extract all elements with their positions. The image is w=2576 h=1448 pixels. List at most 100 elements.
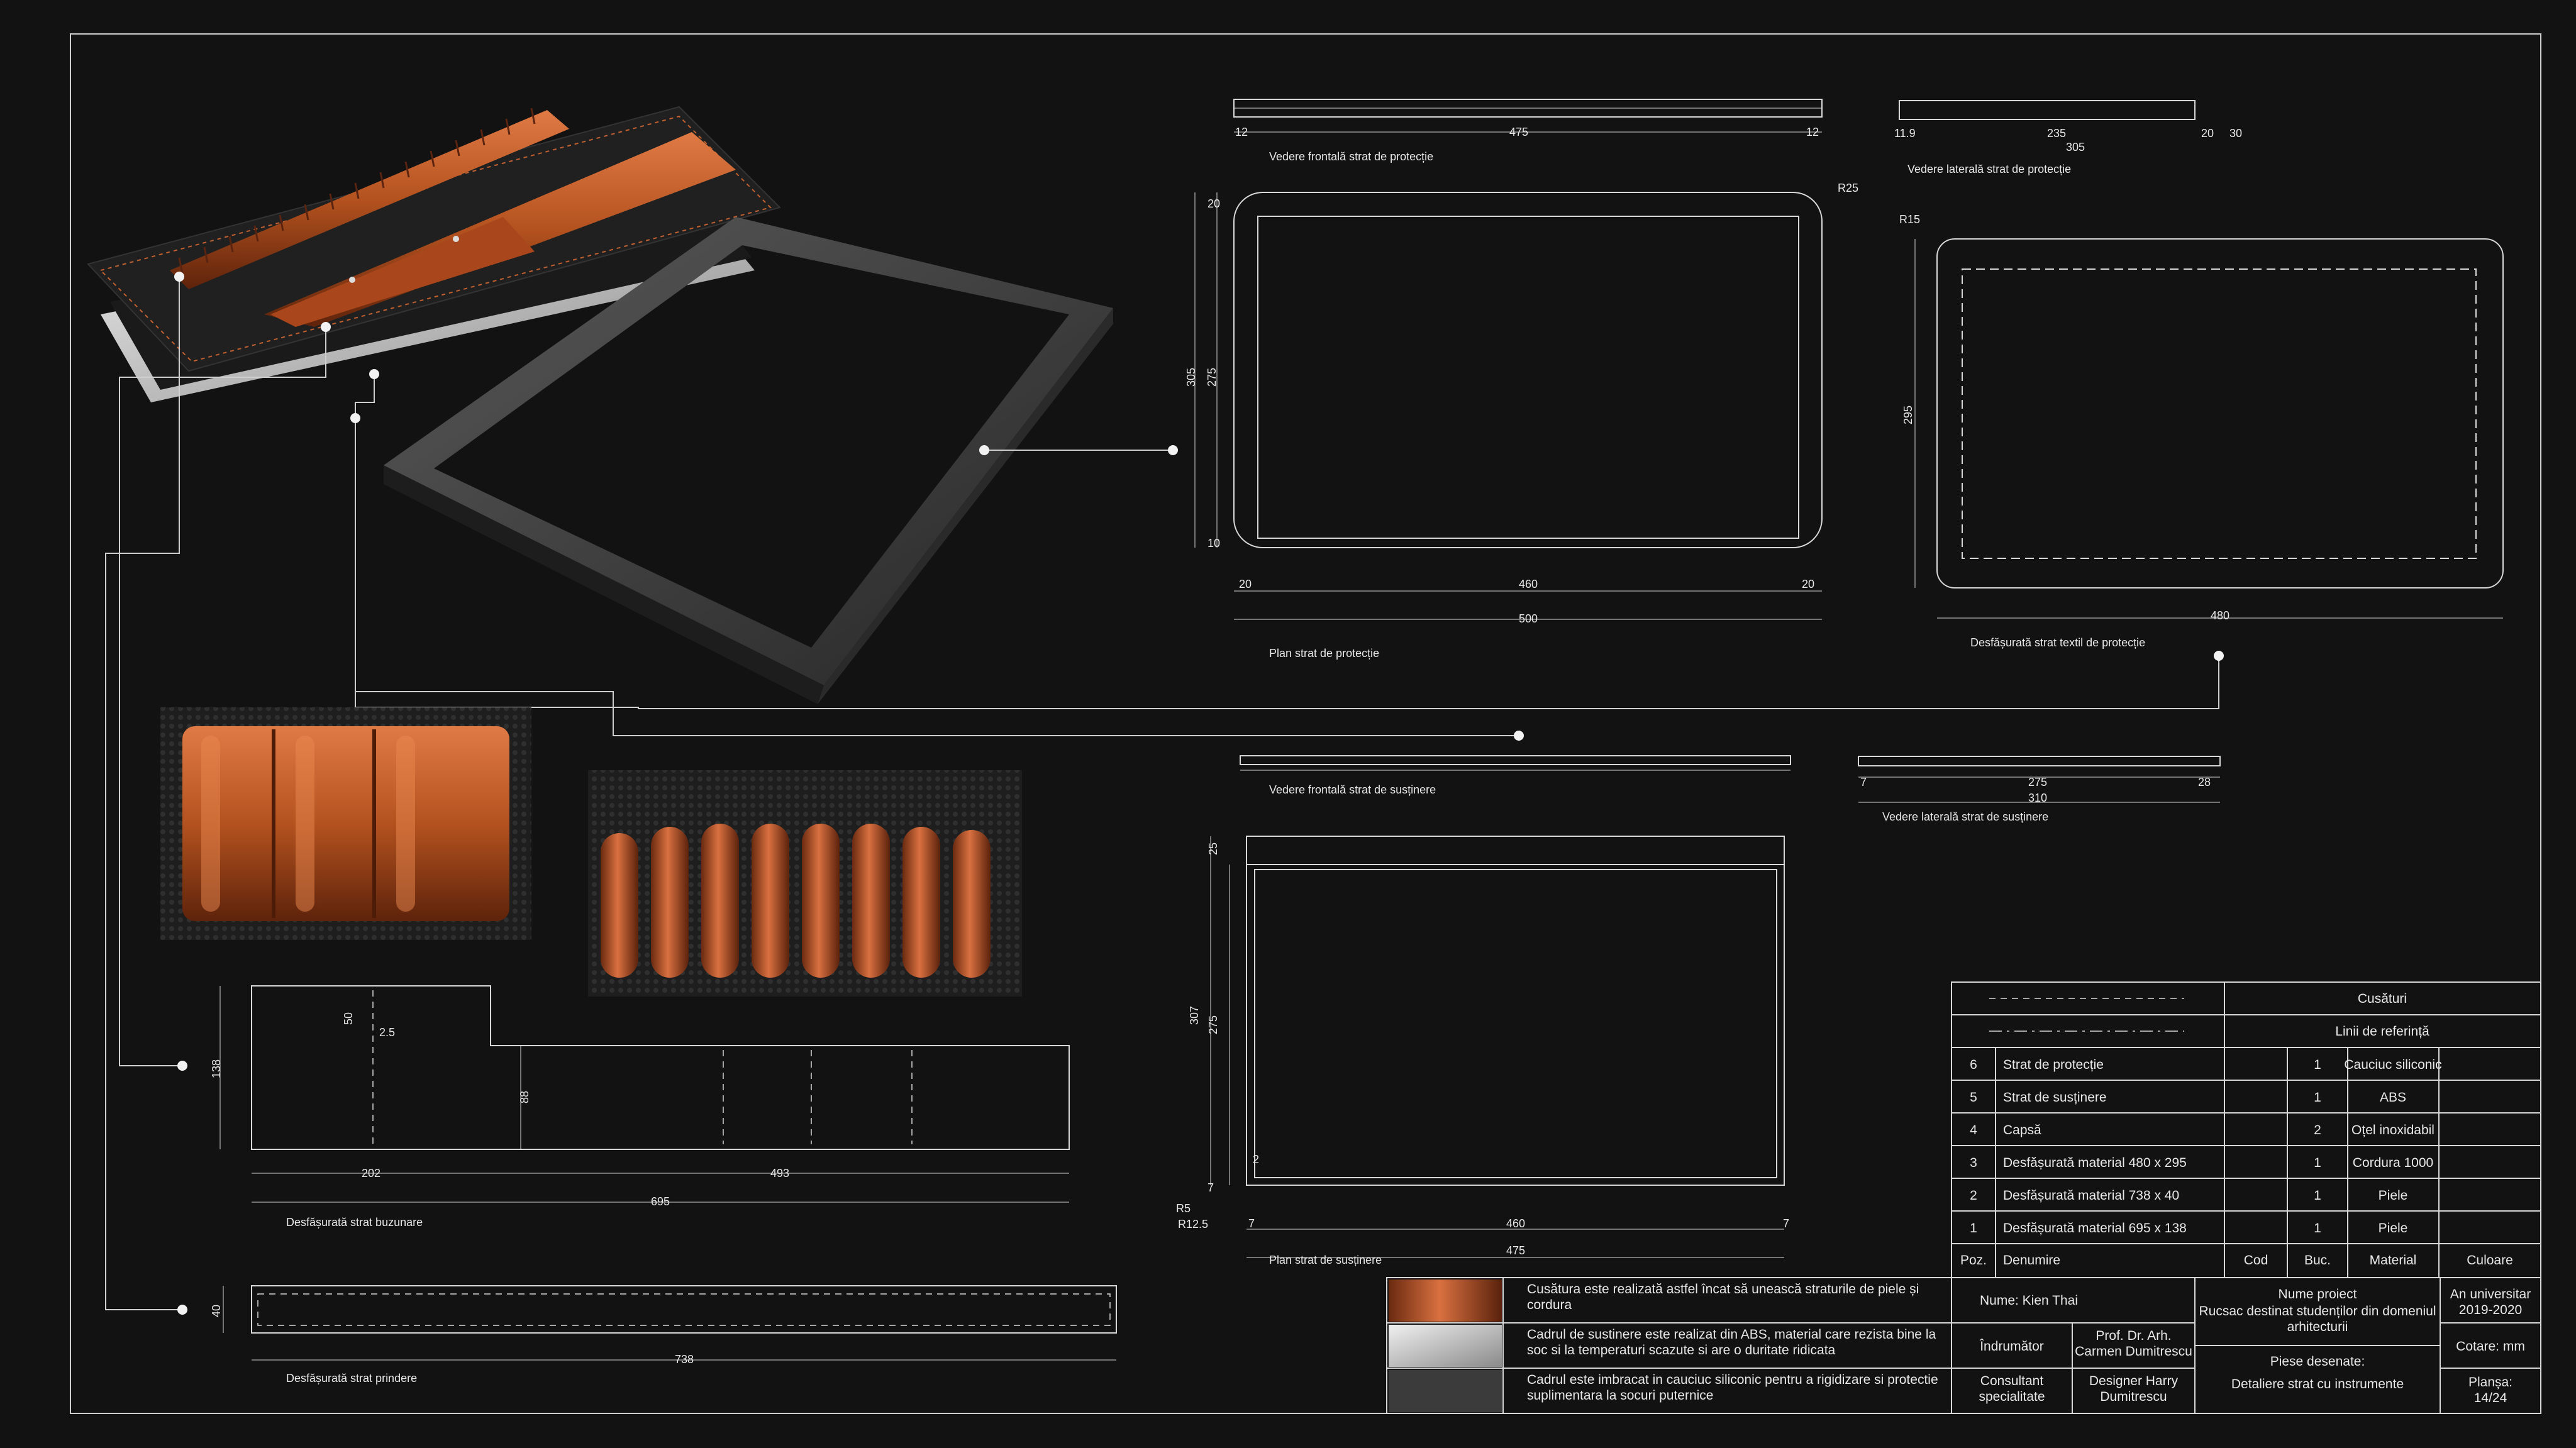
legend-cell-buc: 2 [2314, 1123, 2321, 1137]
legend-cell-poz: 6 [1970, 1058, 1977, 1072]
svg-text:Nume proiect: Nume proiect [2279, 1287, 2357, 1302]
svg-text:202: 202 [362, 1167, 380, 1180]
svg-text:R25: R25 [1838, 182, 1858, 194]
svg-text:20: 20 [1239, 578, 1252, 590]
svg-text:Vedere laterală strat de prote: Vedere laterală strat de protecție [1907, 163, 2071, 175]
legend-cell-material: Piele [2379, 1221, 2408, 1235]
svg-text:2019-2020: 2019-2020 [2459, 1303, 2522, 1317]
legend-table: Cusături Linii de referință 6 Strat de pr… [1951, 981, 2541, 1278]
note-thumb-abs [1389, 1325, 1502, 1367]
svg-text:Buc.: Buc. [2304, 1253, 2331, 1268]
svg-text:Denumire: Denumire [2003, 1253, 2060, 1268]
svg-text:Detaliere strat cu instrumente: Detaliere strat cu instrumente [2231, 1377, 2404, 1391]
svg-text:Linii de referință: Linii de referință [2335, 1024, 2429, 1039]
svg-text:7: 7 [1208, 1181, 1214, 1194]
svg-text:Plan strat de susținere: Plan strat de susținere [1269, 1254, 1382, 1266]
legend-cell-material: Oțel inoxidabil [2351, 1123, 2434, 1137]
legend-cell-poz: 3 [1970, 1156, 1977, 1170]
legend-cell-buc: 1 [2314, 1058, 2321, 1072]
svg-text:305: 305 [1185, 368, 1197, 387]
legend-header: Poz. Denumire Cod Buc. Material Culoare [1960, 1253, 2513, 1268]
legend-cell-material: Piele [2379, 1188, 2408, 1203]
view-captions: Vedere frontală strat de protecție Veder… [286, 150, 2145, 1384]
svg-text:295: 295 [1902, 406, 1914, 424]
note-thumb-rubber [1389, 1370, 1502, 1412]
svg-text:Vedere frontală strat de susți: Vedere frontală strat de susținere [1269, 783, 1436, 796]
svg-text:310: 310 [2028, 792, 2047, 804]
legend-cell-material: ABS [2380, 1090, 2406, 1105]
svg-text:Planșa:: Planșa: [2468, 1375, 2512, 1390]
svg-text:28: 28 [2198, 776, 2211, 788]
svg-text:20: 20 [1208, 197, 1220, 210]
legend-cell-poz: 4 [1970, 1123, 1977, 1137]
svg-text:475: 475 [1509, 126, 1528, 138]
svg-text:An universitar: An universitar [2450, 1287, 2531, 1302]
svg-text:307: 307 [1188, 1006, 1201, 1025]
svg-text:7: 7 [1248, 1217, 1255, 1230]
legend-cell-name: Desfășurată material 738 x 40 [2003, 1188, 2179, 1203]
svg-text:R15: R15 [1899, 213, 1920, 226]
svg-text:12: 12 [1235, 126, 1248, 138]
legend-cell-buc: 1 [2314, 1156, 2321, 1170]
svg-text:2.5: 2.5 [379, 1026, 395, 1039]
svg-text:11.9: 11.9 [1894, 127, 1916, 140]
note-2: Cadrul de sustinere este realizat din AB… [1527, 1327, 1936, 1357]
svg-text:Desfășurată strat buzunare: Desfășurată strat buzunare [286, 1216, 423, 1229]
svg-text:Vedere laterală strat de susți: Vedere laterală strat de susținere [1882, 810, 2048, 823]
svg-text:Vedere frontală strat de prote: Vedere frontală strat de protecție [1269, 150, 1433, 163]
svg-text:275: 275 [1206, 368, 1218, 387]
svg-text:14/24: 14/24 [2474, 1391, 2507, 1405]
svg-text:Îndrumător: Îndrumător [1979, 1339, 2044, 1354]
svg-text:138: 138 [210, 1059, 223, 1078]
svg-text:20: 20 [2201, 127, 2214, 140]
legend-cell-poz: 2 [1970, 1188, 1977, 1203]
svg-text:40: 40 [210, 1305, 223, 1317]
svg-text:Piese desenate:: Piese desenate: [2270, 1354, 2365, 1369]
legend-cell-poz: 5 [1970, 1090, 1977, 1105]
svg-text:Cotare: mm: Cotare: mm [2456, 1339, 2525, 1354]
svg-text:R5: R5 [1176, 1202, 1191, 1215]
legend-cell-poz: 1 [1970, 1221, 1977, 1235]
author-name: Nume: Kien Thai [1980, 1293, 2078, 1308]
svg-text:Culoare: Culoare [2467, 1253, 2513, 1268]
svg-text:10: 10 [1208, 537, 1220, 550]
svg-text:Plan strat de protecție: Plan strat de protecție [1269, 647, 1379, 660]
svg-text:2: 2 [1253, 1153, 1259, 1166]
legend-cell-buc: 1 [2314, 1221, 2321, 1235]
legend-cell-buc: 1 [2314, 1090, 2321, 1105]
title-block: Cusătura este realizată astfel încat să … [1386, 1277, 2541, 1414]
svg-text:7: 7 [1860, 776, 1867, 788]
exploded-render [87, 106, 1113, 704]
svg-text:738: 738 [675, 1353, 694, 1366]
detail-render-pocket [160, 707, 531, 940]
note-thumb-leather [1389, 1279, 1502, 1322]
drawing-sheet: 12 475 12 11.9 235 20 30 305 R25 20 305 … [70, 33, 2541, 1414]
svg-text:12: 12 [1806, 126, 1819, 138]
svg-text:Poz.: Poz. [1960, 1253, 1987, 1268]
note-1: Cusătura este realizată astfel încat să … [1527, 1282, 1919, 1312]
svg-text:20: 20 [1802, 578, 1814, 590]
svg-text:460: 460 [1506, 1217, 1525, 1230]
svg-text:235: 235 [2047, 127, 2066, 140]
svg-text:Cusături: Cusături [2358, 992, 2407, 1006]
legend-cell-name: Desfășurată material 695 x 138 [2003, 1221, 2187, 1235]
legend-cell-name: Strat de protecție [2003, 1058, 2104, 1072]
svg-text:Material: Material [2370, 1253, 2417, 1268]
legend-cell-material: Cauciuc siliconic [2344, 1058, 2441, 1072]
svg-text:305: 305 [2066, 141, 2085, 153]
svg-text:475: 475 [1506, 1244, 1525, 1257]
legend-cell-buc: 1 [2314, 1188, 2321, 1203]
svg-text:275: 275 [2028, 776, 2047, 788]
svg-text:30: 30 [2229, 127, 2242, 140]
svg-text:50: 50 [342, 1012, 355, 1025]
legend-cell-name: Desfășurată material 480 x 295 [2003, 1156, 2187, 1170]
legend-cell-name: Capsă [2003, 1123, 2041, 1137]
svg-text:25: 25 [1207, 843, 1219, 855]
svg-text:Desfășurată strat prindere: Desfășurată strat prindere [286, 1372, 417, 1384]
svg-text:275: 275 [1207, 1015, 1219, 1034]
svg-text:480: 480 [2211, 609, 2229, 622]
legend-cell-material: Cordura 1000 [2353, 1156, 2433, 1170]
svg-text:460: 460 [1519, 578, 1538, 590]
detail-render-pen-strip [588, 770, 1022, 997]
svg-text:7: 7 [1783, 1217, 1789, 1230]
